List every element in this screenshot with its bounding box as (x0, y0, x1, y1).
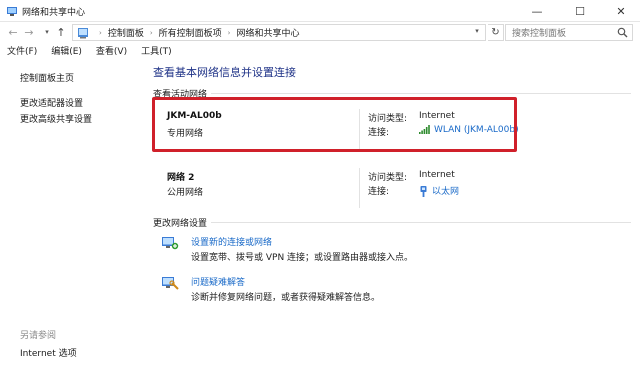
breadcrumb-separator-icon: › (99, 28, 102, 37)
see-also-heading: 另请参阅 (20, 331, 57, 341)
window-title: 网络和共享中心 (22, 8, 86, 18)
menu-bar: 文件(F) 编辑(E) 查看(V) 工具(T) (0, 44, 640, 60)
troubleshoot-link[interactable]: 问题疑难解答 (191, 275, 245, 288)
highlight-box (152, 97, 517, 152)
troubleshoot-icon (162, 277, 179, 290)
setup-new-connection-link[interactable]: 设置新的连接或网络 (191, 235, 272, 248)
menu-file[interactable]: 文件(F) (7, 44, 37, 60)
title-bar: 网络和共享中心 — ☐ ✕ (0, 0, 640, 22)
network-center-app-icon (7, 7, 17, 16)
address-dropdown-chevron-icon[interactable]: ▾ (470, 24, 484, 37)
left-pane: 控制面板主页 更改适配器设置 更改高级共享设置 另请参阅 Internet 选项 (0, 62, 145, 366)
breadcrumb-separator-icon: › (149, 28, 153, 37)
control-panel-home-link[interactable]: 控制面板主页 (20, 71, 74, 84)
search-icon[interactable] (617, 27, 628, 38)
forward-arrow-icon[interactable]: → (22, 25, 36, 39)
recent-locations-chevron-icon[interactable]: ▾ (40, 25, 54, 39)
task-description: 诊断并修复网络问题，或者获得疑难解答信息。 (191, 293, 381, 303)
network-name: 网络 2 (167, 173, 195, 183)
access-type-value: Internet (419, 170, 455, 180)
close-button[interactable]: ✕ (602, 0, 640, 22)
menu-edit[interactable]: 编辑(E) (51, 44, 82, 60)
network-type[interactable]: 公用网络 (167, 185, 203, 198)
control-panel-icon (78, 27, 88, 38)
change-settings-label: 更改网络设置 (153, 219, 208, 229)
breadcrumb-item[interactable]: 网络和共享中心 (236, 26, 299, 39)
ethernet-icon (420, 186, 427, 197)
page-heading: 查看基本网络信息并设置连接 (153, 66, 296, 79)
network-entry: 网络 2 公用网络 访问类型: Internet 连接: 以太网 (153, 168, 623, 210)
minimize-button[interactable]: — (518, 0, 556, 22)
breadcrumb-item[interactable]: 所有控制面板项 (159, 26, 222, 39)
internet-options-link[interactable]: Internet 选项 (20, 346, 77, 359)
access-type-label: 访问类型: (368, 173, 408, 183)
search-placeholder: 搜索控制面板 (512, 29, 567, 39)
back-arrow-icon[interactable]: ← (6, 25, 20, 39)
connection-label: 连接: (368, 187, 390, 197)
menu-view[interactable]: 查看(V) (96, 44, 127, 60)
network-divider (359, 168, 360, 208)
section-divider (211, 222, 631, 223)
new-connection-icon (162, 237, 179, 250)
search-box[interactable]: 搜索控制面板 (505, 24, 633, 41)
change-advanced-sharing-link[interactable]: 更改高级共享设置 (20, 112, 92, 125)
refresh-icon[interactable]: ↻ (488, 24, 504, 41)
task-description: 设置宽带、拨号或 VPN 连接；或设置路由器或接入点。 (191, 253, 414, 263)
connection-value[interactable]: 以太网 (419, 184, 459, 197)
section-divider (211, 93, 631, 94)
change-adapter-settings-link[interactable]: 更改适配器设置 (20, 96, 83, 109)
breadcrumb-item[interactable]: 控制面板 (108, 26, 144, 39)
maximize-button[interactable]: ☐ (561, 0, 599, 22)
up-arrow-icon[interactable]: ↑ (54, 25, 68, 39)
menu-tools[interactable]: 工具(T) (141, 44, 172, 60)
navigation-bar: ← → ▾ ↑ › 控制面板 › 所有控制面板项 › 网络和共享中心 ▾ ↻ 搜… (0, 22, 640, 42)
breadcrumb-separator-icon: › (227, 28, 231, 37)
address-bar[interactable]: › 控制面板 › 所有控制面板项 › 网络和共享中心 (72, 24, 486, 41)
ethernet-connection-link[interactable]: 以太网 (432, 187, 459, 197)
task-troubleshoot: 问题疑难解答 诊断并修复网络问题，或者获得疑难解答信息。 (161, 275, 621, 305)
task-new-connection: 设置新的连接或网络 设置宽带、拨号或 VPN 连接；或设置路由器或接入点。 (161, 235, 621, 265)
